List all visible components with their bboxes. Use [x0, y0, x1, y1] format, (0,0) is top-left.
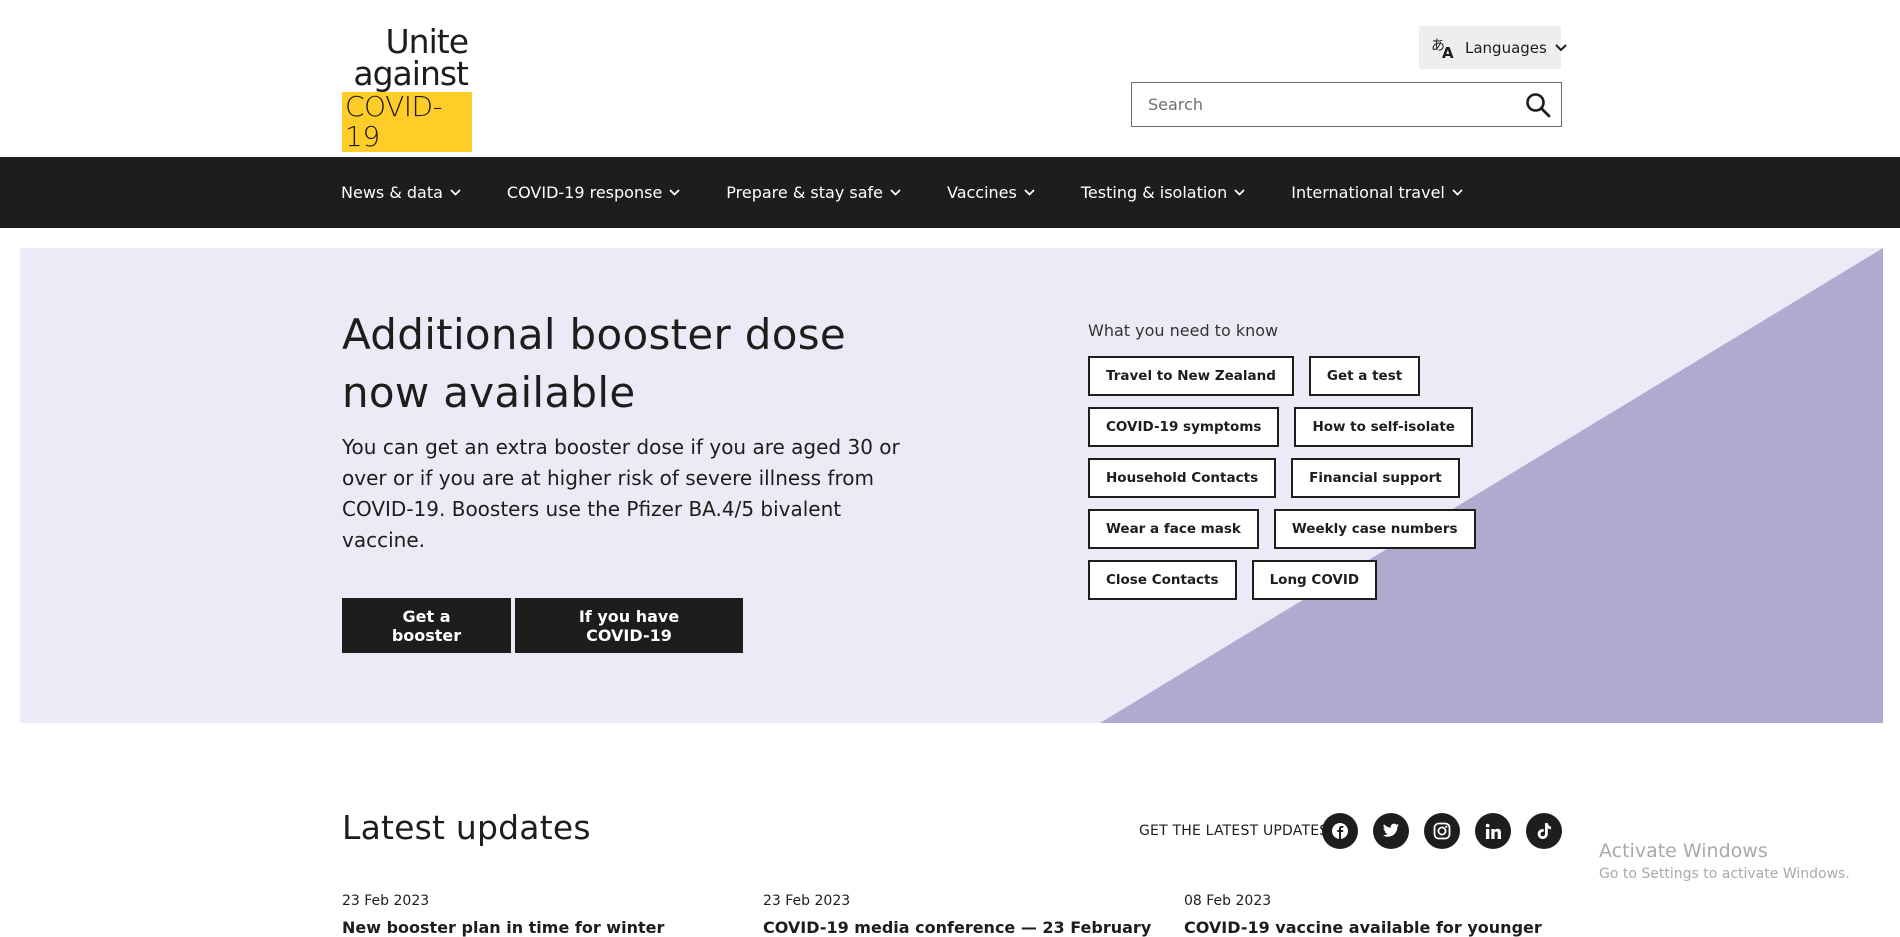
latest-updates-title: Latest updates [342, 808, 591, 847]
quick-link[interactable]: Long COVID [1251, 560, 1378, 600]
quick-links-row: COVID-19 symptoms How to self-isolate [1088, 407, 1518, 447]
nav-item-international-travel[interactable]: International travel [1291, 183, 1463, 202]
quick-link[interactable]: Wear a face mask [1088, 509, 1259, 549]
tiktok-link[interactable] [1526, 813, 1562, 849]
quick-links: Travel to New Zealand Get a test COVID-1… [1088, 356, 1518, 611]
twitter-icon [1382, 823, 1399, 837]
facebook-icon [1332, 823, 1348, 839]
site-header: Unite against COVID-19 あ A Languages [0, 0, 1900, 157]
nav-item-news-data[interactable]: News & data [341, 183, 461, 202]
nav-item-covid-response[interactable]: COVID-19 response [507, 183, 680, 202]
twitter-link[interactable] [1373, 813, 1409, 849]
social-label: GET THE LATEST UPDATES [1139, 823, 1329, 839]
chevron-down-icon [1024, 189, 1035, 196]
chevron-down-icon [669, 189, 680, 196]
svg-text:A: A [1442, 44, 1454, 60]
quick-link[interactable]: COVID-19 symptoms [1088, 407, 1280, 447]
news-date: 23 Feb 2023 [763, 893, 851, 909]
chevron-down-icon [1234, 189, 1245, 196]
what-you-need-label: What you need to know [1088, 321, 1279, 340]
nav-list: News & data COVID-19 response Prepare & … [341, 157, 1509, 228]
quick-link[interactable]: How to self-isolate [1294, 407, 1473, 447]
hero-body: You can get an extra booster dose if you… [342, 435, 900, 552]
nav-item-label: Prepare & stay safe [726, 183, 883, 202]
chevron-down-icon [1452, 189, 1463, 196]
quick-link[interactable]: Weekly case numbers [1273, 509, 1476, 549]
watermark-line-2: Go to Settings to activate Windows. [1599, 866, 1850, 882]
logo-line-2: against [353, 54, 469, 93]
instagram-icon [1433, 822, 1451, 840]
hero-banner: Additional booster dose now available Yo… [20, 248, 1883, 723]
linkedin-link[interactable] [1475, 813, 1511, 849]
quick-links-row: Close Contacts Long COVID [1088, 560, 1518, 600]
activate-windows-watermark: Activate Windows Go to Settings to activ… [1599, 840, 1850, 882]
quick-link[interactable]: Travel to New Zealand [1088, 356, 1294, 396]
quick-link[interactable]: Close Contacts [1088, 560, 1237, 600]
search-input[interactable] [1132, 83, 1515, 126]
nav-item-label: COVID-19 response [506, 183, 663, 202]
logo-line-3: COVID-19 [342, 92, 472, 152]
news-title-link[interactable]: COVID-19 media conference — 23 February [763, 918, 1151, 937]
languages-button[interactable]: あ A Languages [1419, 26, 1567, 69]
get-a-booster-button[interactable]: Get a booster [342, 598, 511, 653]
hero-decoration-triangle [1100, 248, 1883, 723]
quick-links-row: Wear a face mask Weekly case numbers [1088, 509, 1518, 549]
search-box [1131, 82, 1562, 127]
chevron-down-icon [450, 189, 461, 196]
nav-item-label: News & data [341, 183, 443, 202]
instagram-link[interactable] [1424, 813, 1460, 849]
nav-item-vaccines[interactable]: Vaccines [947, 183, 1035, 202]
tiktok-icon [1537, 823, 1551, 839]
quick-link[interactable]: Get a test [1308, 356, 1421, 396]
site-logo[interactable]: Unite against COVID-19 [342, 25, 472, 152]
nav-item-prepare-stay-safe[interactable]: Prepare & stay safe [726, 183, 901, 202]
news-title-link[interactable]: COVID-19 vaccine available for younger [1184, 918, 1542, 937]
nav-item-label: International travel [1291, 183, 1445, 202]
quick-link[interactable]: Financial support [1291, 458, 1460, 498]
hero-title: Additional booster dose now available [342, 310, 847, 417]
quick-link[interactable]: Household Contacts [1088, 458, 1277, 498]
chevron-down-icon [1555, 43, 1567, 51]
news-date: 08 Feb 2023 [1184, 893, 1272, 909]
facebook-link[interactable] [1322, 813, 1358, 849]
news-date: 23 Feb 2023 [342, 893, 430, 909]
watermark-line-1: Activate Windows [1599, 840, 1768, 862]
main-nav: News & data COVID-19 response Prepare & … [0, 157, 1900, 228]
news-title-link[interactable]: New booster plan in time for winter [342, 918, 664, 937]
nav-item-label: Testing & isolation [1080, 183, 1228, 202]
if-you-have-covid-button[interactable]: If you have COVID-19 [515, 598, 743, 653]
translate-icon: あ A [1431, 38, 1454, 60]
linkedin-icon [1485, 823, 1501, 839]
search-button[interactable] [1515, 83, 1561, 126]
languages-label: Languages [1465, 38, 1547, 57]
quick-links-row: Household Contacts Financial support [1088, 458, 1518, 498]
quick-links-row: Travel to New Zealand Get a test [1088, 356, 1518, 396]
nav-item-testing-isolation[interactable]: Testing & isolation [1081, 183, 1245, 202]
search-icon [1526, 92, 1551, 117]
nav-item-label: Vaccines [946, 183, 1017, 202]
chevron-down-icon [890, 189, 901, 196]
